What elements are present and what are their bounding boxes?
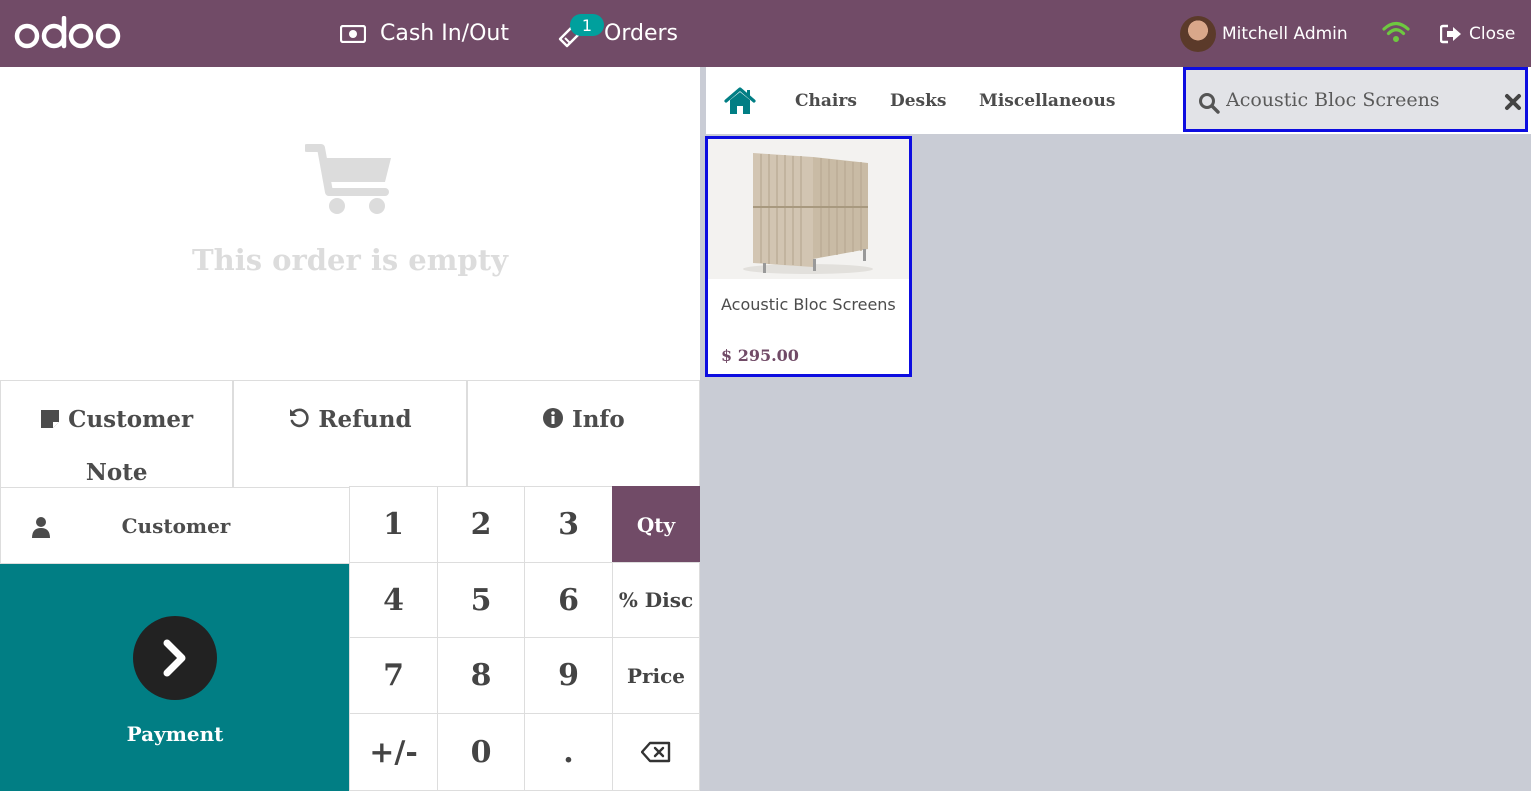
close-label: Close xyxy=(1469,23,1516,44)
note-icon xyxy=(41,410,60,428)
products-panel: Chairs Desks Miscellaneous Acoustic Bloc… xyxy=(700,67,1531,791)
home-icon[interactable] xyxy=(724,87,756,115)
user-avatar xyxy=(1180,15,1216,52)
customer-label: Customer xyxy=(121,513,231,538)
key-4[interactable]: 4 xyxy=(349,562,438,638)
cash-in-out-button[interactable]: Cash In/Out xyxy=(340,0,509,67)
refund-label: Refund xyxy=(318,406,412,433)
payment-label: Payment xyxy=(126,722,224,746)
product-price: $ 295.00 xyxy=(721,346,799,365)
search-icon xyxy=(1199,93,1220,114)
category-miscellaneous[interactable]: Miscellaneous xyxy=(979,67,1115,134)
mode-qty-button[interactable]: Qty xyxy=(612,486,700,563)
empty-order-message: This order is empty xyxy=(192,243,508,277)
key-5[interactable]: 5 xyxy=(437,562,525,638)
product-card[interactable]: Acoustic Bloc Screens $ 295.00 xyxy=(705,136,912,377)
info-label: Info xyxy=(571,406,625,433)
category-bar: Chairs Desks Miscellaneous xyxy=(706,67,1531,134)
product-name: Acoustic Bloc Screens xyxy=(721,295,896,314)
clear-search-icon[interactable] xyxy=(1504,93,1522,111)
payment-button[interactable]: Payment xyxy=(0,564,350,791)
close-button[interactable]: Close xyxy=(1440,0,1515,67)
product-image xyxy=(708,139,909,279)
user-name: Mitchell Admin xyxy=(1222,23,1348,44)
cash-in-out-label: Cash In/Out xyxy=(380,21,509,46)
customer-note-label-2: Note xyxy=(85,459,148,486)
payment-circle xyxy=(133,616,217,700)
odoo-logo xyxy=(14,16,121,49)
customer-button[interactable]: Customer xyxy=(0,487,350,564)
backspace-icon xyxy=(641,741,671,763)
sign-out-icon xyxy=(1440,24,1461,43)
backspace-button[interactable] xyxy=(612,713,700,791)
numpad-keys: 1 2 3 Qty 4 5 6 % Disc 7 8 9 Price +/- 0… xyxy=(349,486,700,791)
key-9[interactable]: 9 xyxy=(524,637,613,714)
info-button[interactable]: Info xyxy=(466,381,700,488)
category-chairs[interactable]: Chairs xyxy=(795,67,857,134)
mode-discount-button[interactable]: % Disc xyxy=(612,562,700,638)
info-circle-icon xyxy=(542,408,563,428)
key-3[interactable]: 3 xyxy=(524,486,613,563)
undo-icon xyxy=(290,408,310,428)
customer-note-label-1: Customer xyxy=(68,406,194,433)
refund-button[interactable]: Refund xyxy=(233,381,467,488)
key-decimal[interactable]: . xyxy=(524,713,613,791)
category-desks[interactable]: Desks xyxy=(890,67,946,134)
shopping-cart-icon xyxy=(305,144,391,214)
mode-price-button[interactable]: Price xyxy=(612,637,700,714)
customer-note-button[interactable]: Customer Note xyxy=(0,381,234,488)
key-8[interactable]: 8 xyxy=(437,637,525,714)
chevron-right-icon xyxy=(163,639,186,677)
control-buttons-row: Customer Note Refund Info xyxy=(0,380,700,488)
orders-count-badge: 1 xyxy=(570,14,604,36)
user-menu[interactable]: Mitchell Admin xyxy=(1180,0,1348,67)
numpad-area: Customer Payment 1 2 3 Qty 4 5 6 % Disc … xyxy=(0,486,700,791)
wifi-icon xyxy=(1382,21,1410,42)
top-navbar: Cash In/Out Orders 1 Mitchell Admin Clos… xyxy=(0,0,1531,67)
search-input[interactable] xyxy=(1226,80,1496,120)
key-1[interactable]: 1 xyxy=(349,486,438,563)
key-6[interactable]: 6 xyxy=(524,562,613,638)
key-2[interactable]: 2 xyxy=(437,486,525,563)
search-bar xyxy=(1183,67,1528,132)
order-panel: This order is empty Customer Note Refund… xyxy=(0,67,700,791)
money-icon xyxy=(340,24,366,43)
orders-label: Orders xyxy=(604,21,678,46)
key-7[interactable]: 7 xyxy=(349,637,438,714)
key-plus-minus[interactable]: +/- xyxy=(349,713,438,791)
key-0[interactable]: 0 xyxy=(437,713,525,791)
